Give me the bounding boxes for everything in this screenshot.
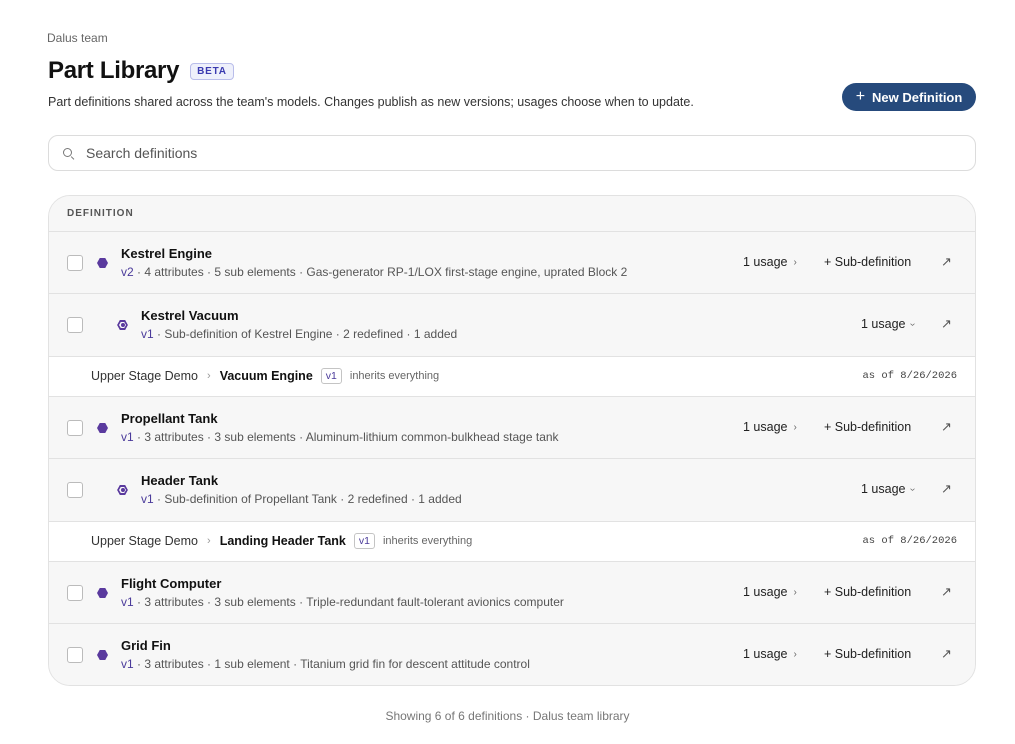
add-sub-definition-button[interactable]: + Sub-definition [824,585,911,599]
open-arrow-icon[interactable]: ↗ [941,646,952,662]
chevron-right-icon: › [793,586,797,598]
definition-meta: v1 · Sub-definition of Kestrel Engine · … [141,327,457,341]
row-checkbox[interactable] [67,255,83,271]
inherits-note: inherits everything [382,535,473,547]
usage-model-link[interactable]: Upper Stage Demo [91,534,198,548]
part-definition-icon [97,650,108,660]
chevron-right-icon: › [207,535,211,547]
version-label: v1 [121,430,134,444]
version-label: v1 [141,492,154,506]
usage-toggle[interactable]: 1 usage › [743,420,797,434]
title-row: Part Library BETA [48,57,234,85]
version-badge: v1 [320,368,342,384]
table-row[interactable]: Kestrel Engine v2 · 4 attributes · 5 sub… [49,232,975,294]
as-of-date: as of 8/26/2026 [862,370,957,382]
usage-count: 1 usage [861,482,906,496]
table-row[interactable]: Flight Computer v1 · 3 attributes · 3 su… [49,562,975,624]
search-bar[interactable] [48,135,976,171]
usage-count: 1 usage [743,420,788,434]
open-arrow-icon[interactable]: ↗ [941,254,952,270]
definition-details: · 3 attributes · 1 sub element · Titaniu… [133,657,530,671]
chevron-right-icon: › [207,370,211,382]
sub-definition-icon [117,485,128,495]
sub-definition-icon [117,320,128,330]
usage-count: 1 usage [743,585,788,599]
new-definition-button[interactable]: + New Definition [842,83,976,111]
row-checkbox[interactable] [67,482,83,498]
part-definition-icon [97,588,108,598]
open-arrow-icon[interactable]: ↗ [941,419,952,435]
version-label: v1 [121,657,134,671]
definition-details: · Sub-definition of Kestrel Engine · 2 r… [153,327,458,341]
beta-badge: BETA [190,62,234,80]
definition-name[interactable]: Flight Computer [121,576,221,591]
definition-details: · Sub-definition of Propellant Tank · 2 … [153,492,462,506]
add-sub-definition-button[interactable]: + Sub-definition [824,255,911,269]
usage-name[interactable]: Landing Header Tank [220,534,346,548]
usage-toggle[interactable]: 1 usage › [861,482,919,496]
definition-meta: v1 · 3 attributes · 1 sub element · Tita… [121,657,530,671]
search-input[interactable] [86,145,886,161]
row-checkbox[interactable] [67,420,83,436]
table-row-sub[interactable]: Header Tank v1 · Sub-definition of Prope… [49,459,975,522]
chevron-right-icon: › [793,648,797,660]
table-row[interactable]: Grid Fin v1 · 3 attributes · 1 sub eleme… [49,624,975,685]
chevron-right-icon: › [793,256,797,268]
footer-summary: Showing 6 of 6 definitions · Dalus team … [385,709,630,723]
usage-row: Upper Stage Demo › Vacuum Engine v1 inhe… [49,357,975,397]
usage-model-link[interactable]: Upper Stage Demo [91,369,198,383]
definition-name[interactable]: Kestrel Vacuum [141,308,239,323]
definition-details: · 4 attributes · 5 sub elements · Gas-ge… [133,265,628,279]
chevron-down-icon: › [907,487,919,491]
table-header: DEFINITION [49,196,975,232]
usage-name[interactable]: Vacuum Engine [220,369,313,383]
usage-toggle[interactable]: 1 usage › [861,317,919,331]
definition-name[interactable]: Kestrel Engine [121,246,212,261]
definition-name[interactable]: Grid Fin [121,638,171,653]
team-breadcrumb[interactable]: Dalus team [47,31,108,45]
as-of-date: as of 8/26/2026 [862,535,957,547]
add-sub-definition-button[interactable]: + Sub-definition [824,420,911,434]
new-definition-label: New Definition [872,89,963,105]
definition-details: · 3 attributes · 3 sub elements · Alumin… [133,430,559,444]
definition-details: · 3 attributes · 3 sub elements · Triple… [133,595,564,609]
open-arrow-icon[interactable]: ↗ [941,316,952,332]
definition-name[interactable]: Header Tank [141,473,218,488]
table-row-sub[interactable]: Kestrel Vacuum v1 · Sub-definition of Ke… [49,294,975,357]
chevron-down-icon: › [907,322,919,326]
row-checkbox[interactable] [67,585,83,601]
part-definition-icon [97,258,108,268]
definition-meta: v1 · 3 attributes · 3 sub elements · Alu… [121,430,559,444]
search-icon [63,147,74,159]
usage-toggle[interactable]: 1 usage › [743,255,797,269]
version-label: v2 [121,265,134,279]
plus-icon: + [855,88,866,105]
definitions-table: DEFINITION Kestrel Engine v2 · 4 attribu… [48,195,976,686]
usage-count: 1 usage [861,317,906,331]
usage-row: Upper Stage Demo › Landing Header Tank v… [49,522,975,562]
definition-meta: v2 · 4 attributes · 5 sub elements · Gas… [121,265,627,279]
table-row[interactable]: Propellant Tank v1 · 3 attributes · 3 su… [49,397,975,459]
row-checkbox[interactable] [67,647,83,663]
page-subtitle: Part definitions shared across the team'… [48,95,694,109]
row-checkbox[interactable] [67,317,83,333]
usage-count: 1 usage [743,647,788,661]
version-label: v1 [121,595,134,609]
definition-meta: v1 · 3 attributes · 3 sub elements · Tri… [121,595,564,609]
page-title: Part Library [48,57,180,84]
usage-toggle[interactable]: 1 usage › [743,585,797,599]
inherits-note: inherits everything [349,370,440,382]
definition-meta: v1 · Sub-definition of Propellant Tank ·… [141,492,462,506]
usage-toggle[interactable]: 1 usage › [743,647,797,661]
part-definition-icon [97,423,108,433]
definition-name[interactable]: Propellant Tank [121,411,218,426]
chevron-right-icon: › [793,421,797,433]
add-sub-definition-button[interactable]: + Sub-definition [824,647,911,661]
version-badge: v1 [353,533,375,549]
version-label: v1 [141,327,154,341]
open-arrow-icon[interactable]: ↗ [941,481,952,497]
open-arrow-icon[interactable]: ↗ [941,584,952,600]
usage-count: 1 usage [743,255,788,269]
